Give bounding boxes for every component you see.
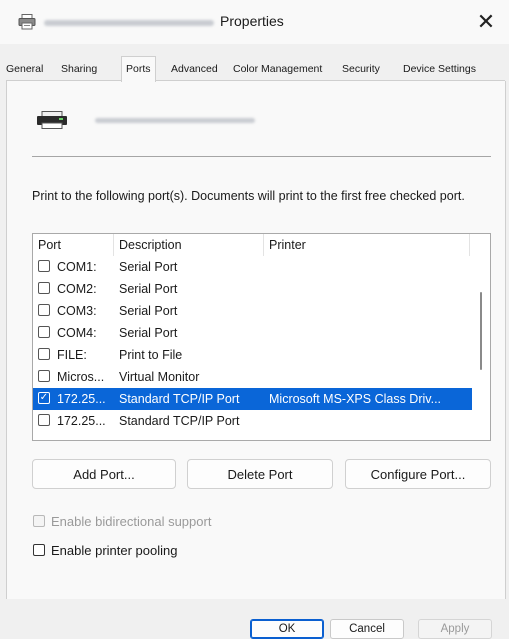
printer-icon xyxy=(18,14,36,30)
port-row[interactable]: COM3: Serial Port xyxy=(33,300,473,322)
tab-ports[interactable]: Ports xyxy=(121,56,156,82)
column-divider[interactable] xyxy=(469,234,470,256)
configure-port-button[interactable]: Configure Port... xyxy=(345,459,491,489)
bidirectional-checkbox[interactable] xyxy=(33,515,45,527)
description-cell: Standard TCP/IP Port xyxy=(119,392,240,406)
list-header: Port Description Printer xyxy=(33,234,473,256)
tab-strip: General Sharing Ports Advanced Color Man… xyxy=(0,56,509,82)
add-port-button[interactable]: Add Port... xyxy=(32,459,176,489)
column-header-description[interactable]: Description xyxy=(119,238,182,252)
tab-security[interactable]: Security xyxy=(338,59,384,79)
port-cell: 172.25... xyxy=(57,392,106,406)
dialog-footer: OK Cancel Apply xyxy=(0,599,509,639)
port-row[interactable]: COM2: Serial Port xyxy=(33,278,473,300)
printer-cell: Microsoft MS-XPS Class Driv... xyxy=(269,392,442,406)
window-title: Properties xyxy=(220,13,284,29)
port-cell: COM3: xyxy=(57,304,97,318)
port-cell: Micros... xyxy=(57,370,105,384)
port-row[interactable]: COM1: Serial Port xyxy=(33,256,473,278)
description-cell: Serial Port xyxy=(119,326,178,340)
vertical-scrollbar[interactable] xyxy=(472,234,490,440)
bidirectional-label: Enable bidirectional support xyxy=(51,514,212,529)
separator xyxy=(32,156,491,157)
apply-button[interactable]: Apply xyxy=(418,619,492,639)
port-row[interactable]: ✓ 172.25... Standard TCP/IP Port Microsoft … xyxy=(33,388,473,410)
column-header-printer[interactable]: Printer xyxy=(269,238,306,252)
port-rows: COM1: Serial Port COM2: Serial Port COM3: Ser… xyxy=(33,256,473,432)
printer-name-blurred-2 xyxy=(95,118,255,123)
port-row[interactable]: Micros... Virtual Monitor xyxy=(33,366,473,388)
port-row[interactable]: COM4: Serial Port xyxy=(33,322,473,344)
port-cell: COM4: xyxy=(57,326,97,340)
ports-instructions: Print to the following port(s). Document… xyxy=(32,189,465,203)
title-bar: Properties ✕ xyxy=(0,0,509,44)
port-cell: COM1: xyxy=(57,260,97,274)
port-checkbox[interactable] xyxy=(38,348,50,360)
scrollbar-thumb[interactable] xyxy=(480,292,482,370)
port-checkbox[interactable] xyxy=(38,326,50,338)
tab-device-settings[interactable]: Device Settings xyxy=(399,59,480,79)
printer-name-blurred xyxy=(44,20,214,26)
close-icon: ✕ xyxy=(476,9,496,34)
delete-port-button[interactable]: Delete Port xyxy=(187,459,333,489)
ok-button[interactable]: OK xyxy=(250,619,324,639)
port-cell: 172.25... xyxy=(57,414,106,428)
port-row[interactable]: FILE: Print to File xyxy=(33,344,473,366)
printer-pooling-label: Enable printer pooling xyxy=(51,543,178,558)
column-header-port[interactable]: Port xyxy=(38,238,61,252)
description-cell: Virtual Monitor xyxy=(119,370,200,384)
column-divider[interactable] xyxy=(263,234,264,256)
tab-advanced[interactable]: Advanced xyxy=(167,59,222,79)
cancel-button[interactable]: Cancel xyxy=(330,619,404,639)
port-row[interactable]: 172.25... Standard TCP/IP Port xyxy=(33,410,473,432)
port-checkbox[interactable]: ✓ xyxy=(38,392,50,404)
description-cell: Serial Port xyxy=(119,282,178,296)
description-cell: Serial Port xyxy=(119,260,178,274)
port-checkbox[interactable] xyxy=(38,370,50,382)
port-checkbox[interactable] xyxy=(38,260,50,272)
tab-sharing[interactable]: Sharing xyxy=(57,59,101,79)
description-cell: Standard TCP/IP Port xyxy=(119,414,240,428)
printer-large-icon xyxy=(37,111,67,129)
port-checkbox[interactable] xyxy=(38,304,50,316)
description-cell: Print to File xyxy=(119,348,183,362)
tab-general[interactable]: General xyxy=(2,59,47,79)
tab-color-management[interactable]: Color Management xyxy=(229,59,326,79)
column-divider[interactable] xyxy=(113,234,114,256)
description-cell: Serial Port xyxy=(119,304,178,318)
port-checkbox[interactable] xyxy=(38,282,50,294)
port-cell: FILE: xyxy=(57,348,87,362)
port-checkbox[interactable] xyxy=(38,414,50,426)
ports-list[interactable]: Port Description Printer COM1: Serial Por… xyxy=(32,233,491,441)
printer-pooling-checkbox[interactable] xyxy=(33,544,45,556)
port-cell: COM2: xyxy=(57,282,97,296)
close-button[interactable]: ✕ xyxy=(463,0,509,44)
